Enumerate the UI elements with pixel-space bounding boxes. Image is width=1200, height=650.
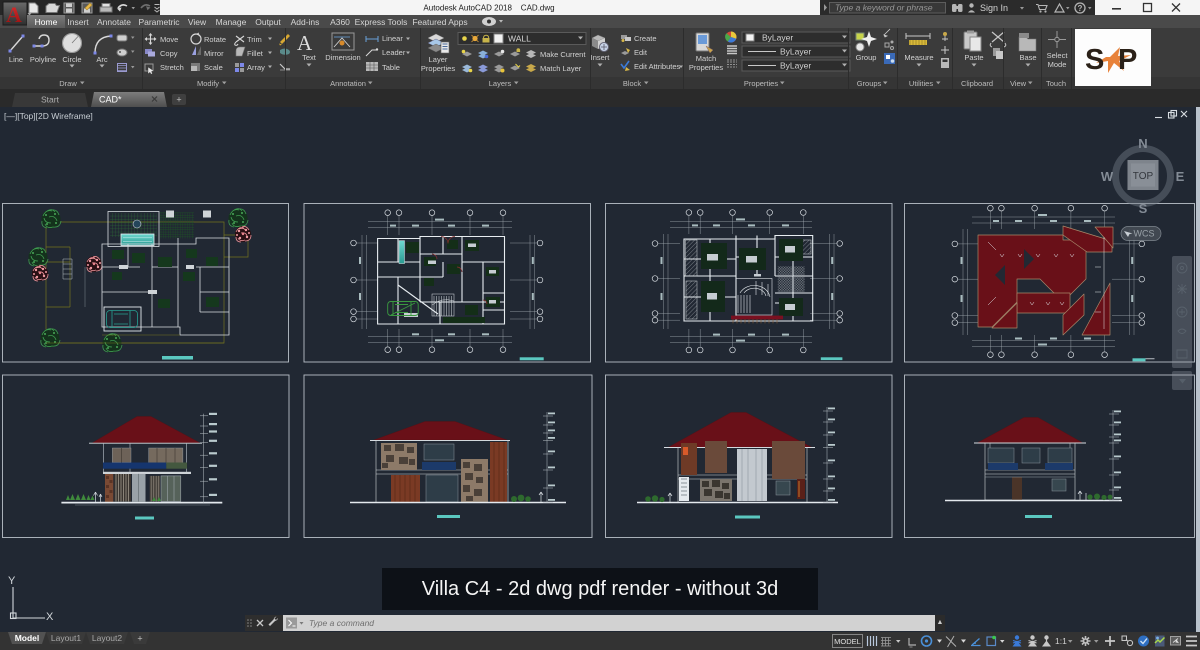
svg-text:?: ? — [1078, 4, 1083, 13]
svg-text:Match: Match — [696, 54, 716, 63]
svg-text:Group: Group — [856, 53, 877, 62]
svg-text:Circle: Circle — [62, 55, 81, 64]
svg-text:Table: Table — [382, 63, 400, 72]
svg-text:Select: Select — [1047, 51, 1069, 60]
svg-text:Output: Output — [255, 17, 281, 27]
svg-text:Home: Home — [35, 17, 58, 27]
svg-text:S: S — [1085, 44, 1104, 76]
svg-text:Layer: Layer — [429, 55, 448, 64]
svg-text:Properties: Properties — [421, 64, 455, 73]
svg-text:Trim: Trim — [247, 35, 262, 44]
svg-text:Type a keyword or phrase: Type a keyword or phrase — [835, 3, 933, 13]
svg-text:Layout1: Layout1 — [51, 633, 82, 643]
svg-text:Fillet: Fillet — [247, 49, 264, 58]
svg-text:Touch: Touch — [1046, 79, 1066, 88]
svg-text:1:1: 1:1 — [1055, 636, 1067, 646]
svg-text:Annotation: Annotation — [330, 79, 366, 88]
svg-text:[—][Top][2D Wireframe]: [—][Top][2D Wireframe] — [4, 111, 93, 121]
svg-text:Polyline: Polyline — [30, 55, 56, 64]
svg-text:Edit: Edit — [634, 48, 648, 57]
svg-text:N: N — [1138, 136, 1147, 151]
svg-text:A: A — [297, 31, 313, 55]
svg-text:Modify: Modify — [197, 79, 219, 88]
svg-text:+: + — [176, 95, 181, 105]
svg-text:Mode: Mode — [1048, 60, 1067, 69]
svg-text:Arc: Arc — [96, 55, 108, 64]
svg-text:CAD*: CAD* — [99, 95, 122, 105]
svg-text:ByLayer: ByLayer — [780, 47, 811, 57]
svg-text:Block: Block — [623, 79, 642, 88]
svg-text:ByLayer: ByLayer — [780, 61, 811, 71]
svg-text:Y: Y — [8, 575, 16, 587]
svg-text:ByLayer: ByLayer — [762, 33, 793, 43]
svg-text:Text: Text — [302, 53, 317, 62]
svg-text:Groups: Groups — [857, 79, 882, 88]
svg-text:View: View — [1010, 79, 1027, 88]
svg-text:Autodesk AutoCAD 2018 CAD.d: Autodesk AutoCAD 2018 CAD.dwg — [423, 4, 554, 13]
svg-text:Rotate: Rotate — [204, 35, 226, 44]
svg-text:Sign In: Sign In — [980, 3, 1008, 13]
svg-text:Utilities: Utilities — [909, 79, 933, 88]
svg-text:Line: Line — [9, 55, 23, 64]
svg-text:X: X — [46, 611, 54, 623]
svg-text:TOP: TOP — [1133, 171, 1154, 182]
svg-text:Parametric: Parametric — [138, 17, 180, 27]
svg-text:S: S — [1139, 201, 1148, 216]
svg-text:WCS: WCS — [1134, 229, 1155, 239]
svg-text:Model: Model — [15, 633, 40, 643]
svg-text:WALL: WALL — [508, 34, 531, 44]
svg-text:Properties: Properties — [744, 79, 778, 88]
svg-text:Properties: Properties — [689, 63, 723, 72]
svg-text:Base: Base — [1019, 53, 1036, 62]
svg-text:Express Tools: Express Tools — [355, 17, 408, 27]
svg-text:Insert: Insert — [591, 53, 611, 62]
svg-text:W: W — [1101, 169, 1114, 184]
svg-text:Linear: Linear — [382, 34, 403, 43]
svg-text:Move: Move — [160, 35, 178, 44]
svg-text:Clipboard: Clipboard — [961, 79, 993, 88]
svg-text:MODEL: MODEL — [834, 637, 861, 646]
svg-text:Match Layer: Match Layer — [540, 64, 582, 73]
svg-text:P: P — [1118, 44, 1137, 76]
svg-text:Insert: Insert — [67, 17, 89, 27]
svg-text:Leader: Leader — [382, 48, 406, 57]
svg-text:Draw: Draw — [59, 79, 77, 88]
svg-text:Scale: Scale — [204, 63, 223, 72]
svg-text:Mirror: Mirror — [204, 49, 224, 58]
svg-text:Start: Start — [41, 95, 60, 105]
svg-text:Copy: Copy — [160, 49, 178, 58]
svg-text:Layers: Layers — [489, 79, 512, 88]
svg-text:Edit Attributes: Edit Attributes — [634, 62, 681, 71]
svg-text:Featured Apps: Featured Apps — [412, 17, 467, 27]
svg-text:Dimension: Dimension — [325, 53, 360, 62]
svg-text:A360: A360 — [330, 17, 350, 27]
svg-text:A: A — [6, 2, 22, 27]
svg-text:Array: Array — [247, 63, 265, 72]
svg-text:+: + — [137, 634, 142, 644]
svg-text:Annotate: Annotate — [97, 17, 131, 27]
svg-text:Make Current: Make Current — [540, 50, 586, 59]
svg-text:E: E — [1176, 169, 1185, 184]
svg-text:Manage: Manage — [216, 17, 247, 27]
svg-text:Measure: Measure — [904, 53, 933, 62]
svg-text:View: View — [188, 17, 207, 27]
svg-text:Paste: Paste — [964, 53, 983, 62]
svg-text:Stretch: Stretch — [160, 63, 184, 72]
svg-text:Add-ins: Add-ins — [291, 17, 320, 27]
svg-text:Create: Create — [634, 34, 657, 43]
svg-text:Layout2: Layout2 — [92, 633, 123, 643]
